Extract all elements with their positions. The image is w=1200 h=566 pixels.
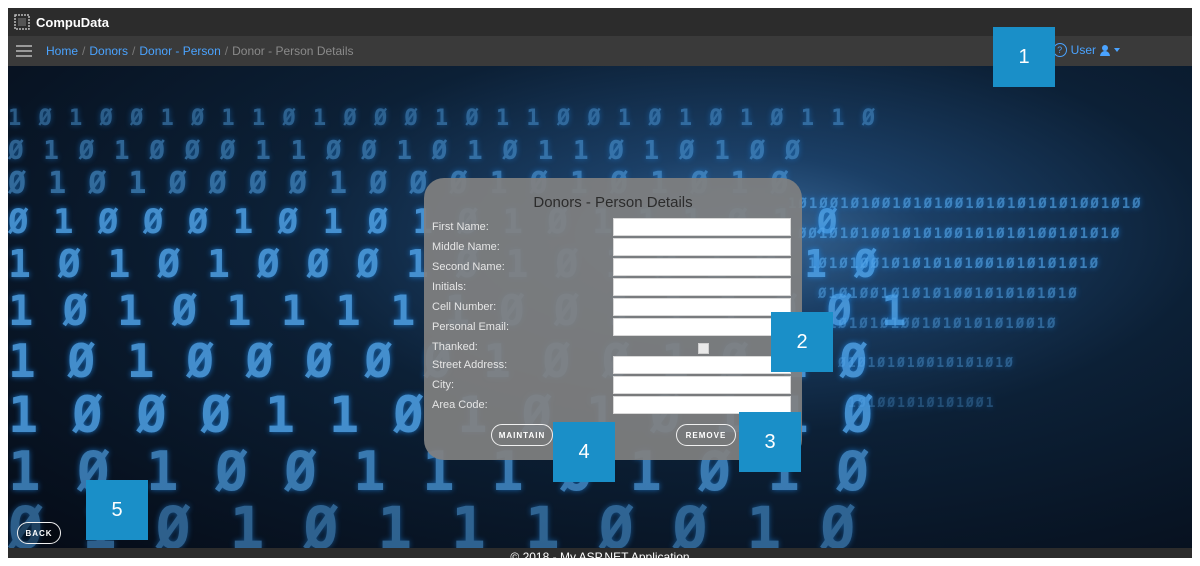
callout-2: 2 xyxy=(771,312,833,372)
menu-icon[interactable] xyxy=(16,45,32,57)
user-label[interactable]: User xyxy=(1071,43,1096,57)
breadcrumb-separator: / xyxy=(132,44,136,58)
thanked-row: Thanked: xyxy=(432,338,794,358)
second-name-row: Second Name: xyxy=(432,258,794,278)
initials-label: Initials: xyxy=(432,281,467,293)
breadcrumb-current: Donor - Person Details xyxy=(232,44,354,58)
breadcrumb-separator: / xyxy=(224,44,229,58)
breadcrumb-home[interactable]: Home xyxy=(46,44,78,58)
first-name-input[interactable] xyxy=(613,218,791,236)
city-row: City: xyxy=(432,376,794,396)
cell-number-input[interactable] xyxy=(613,298,791,316)
breadcrumb-donor-person[interactable]: Donor - Person xyxy=(139,44,220,58)
cell-number-label: Cell Number: xyxy=(432,301,497,313)
street-address-input[interactable] xyxy=(613,356,791,374)
personal-email-label: Personal Email: xyxy=(432,321,510,333)
city-input[interactable] xyxy=(613,376,791,394)
middle-name-input[interactable] xyxy=(613,238,791,256)
street-address-row: Street Address: xyxy=(432,356,794,376)
callout-1: 1 xyxy=(993,27,1055,87)
thanked-label: Thanked: xyxy=(432,341,478,353)
first-name-label: First Name: xyxy=(432,221,489,233)
cell-number-row: Cell Number: xyxy=(432,298,794,318)
logo-icon xyxy=(14,14,30,30)
personal-email-input[interactable] xyxy=(613,318,791,336)
breadcrumb-separator: / xyxy=(82,44,86,58)
user-menu[interactable]: ? User xyxy=(1052,43,1120,57)
city-label: City: xyxy=(432,379,454,391)
first-name-row: First Name: xyxy=(432,218,794,238)
callout-5: 5 xyxy=(86,480,148,540)
callout-4: 4 xyxy=(553,422,615,482)
street-address-label: Street Address: xyxy=(432,359,508,371)
back-button[interactable]: BACK xyxy=(17,522,61,544)
remove-button[interactable]: REMOVE xyxy=(676,424,736,446)
second-name-label: Second Name: xyxy=(432,261,505,273)
dialog-title: Donors - Person Details xyxy=(533,194,693,211)
middle-name-row: Middle Name: xyxy=(432,238,794,258)
area-code-label: Area Code: xyxy=(432,399,488,411)
initials-row: Initials: xyxy=(432,278,794,298)
app-name: CompuData xyxy=(36,14,109,30)
callout-3: 3 xyxy=(739,412,801,472)
maintain-button[interactable]: MAINTAIN xyxy=(491,424,553,446)
initials-input[interactable] xyxy=(613,278,791,296)
thanked-checkbox[interactable] xyxy=(698,343,709,354)
personal-email-row: Personal Email: xyxy=(432,318,794,338)
user-icon xyxy=(1100,44,1110,56)
second-name-input[interactable] xyxy=(613,258,791,276)
caret-down-icon xyxy=(1114,48,1120,52)
middle-name-label: Middle Name: xyxy=(432,241,500,253)
footer: © 2018 - My ASP.NET Application xyxy=(8,548,1192,566)
breadcrumb-donors[interactable]: Donors xyxy=(89,44,128,58)
